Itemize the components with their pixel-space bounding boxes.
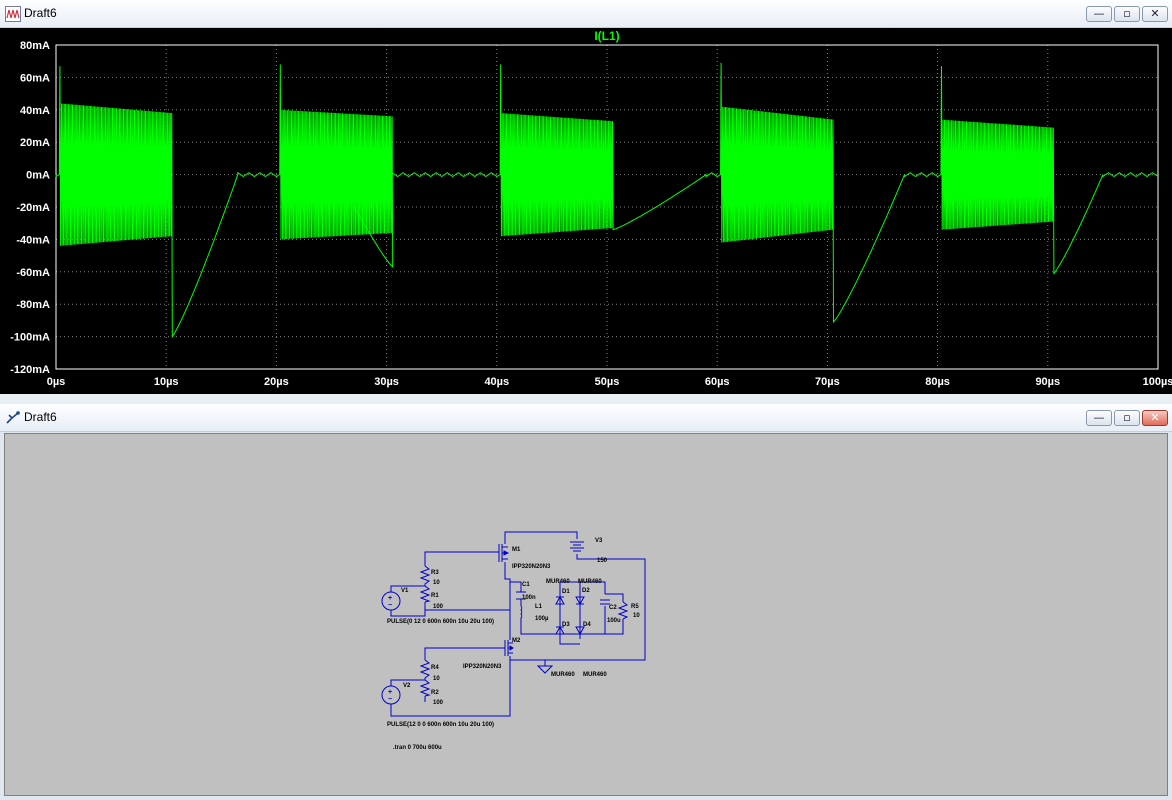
x-tick-label: 40µs bbox=[484, 376, 509, 388]
label-r1: R1 bbox=[431, 593, 439, 599]
plot-window: Draft6 — ▫ ✕ 0µs 10µs 20µs 30µs 40µs 50µs 60µs… bbox=[0, 0, 1172, 394]
label-d4-model: MUR460 bbox=[583, 672, 607, 678]
label-d3-model: MUR460 bbox=[551, 672, 575, 678]
label-v2-source: PULSE(12 0 0 600n 600n 10u 20u 100) bbox=[387, 722, 494, 728]
close-button[interactable]: ✕ bbox=[1142, 410, 1168, 426]
label-m1: M1 bbox=[512, 547, 521, 553]
capacitor-c2[interactable] bbox=[600, 599, 610, 605]
label-d3: D3 bbox=[562, 622, 570, 628]
mosfet-m1[interactable] bbox=[498, 544, 510, 562]
inductor-l1[interactable] bbox=[520, 605, 523, 620]
x-tick-label: 30µs bbox=[374, 376, 399, 388]
label-m2: M2 bbox=[512, 638, 521, 644]
restore-button[interactable]: ▫ bbox=[1114, 410, 1140, 426]
y-tick-label: -40mA bbox=[16, 234, 50, 246]
label-r4: R4 bbox=[431, 665, 439, 671]
label-m1-model: IPP320N20N3 bbox=[512, 564, 551, 570]
x-tick-label: 0µs bbox=[47, 376, 66, 388]
label-v1-source: PULSE(0 12 0 600n 600n 10u 20u 100) bbox=[387, 619, 494, 625]
schematic-titlebar[interactable]: Draft6 — ▫ ✕ bbox=[0, 404, 1172, 432]
y-tick-label: -60mA bbox=[16, 267, 50, 279]
label-l1: L1 bbox=[535, 604, 543, 610]
ground-symbol bbox=[536, 665, 554, 674]
label-d2-model: MUR460 bbox=[578, 579, 602, 585]
svg-text:−: − bbox=[388, 602, 392, 609]
label-d1-model: MUR460 bbox=[546, 579, 570, 585]
minimize-button[interactable]: — bbox=[1086, 410, 1112, 426]
resistor-r3[interactable] bbox=[419, 565, 431, 586]
label-m2-model: IPP320N20N3 bbox=[463, 664, 502, 670]
svg-text:+: + bbox=[388, 595, 392, 602]
minimize-button[interactable]: — bbox=[1086, 6, 1112, 22]
y-tick-label: 20mA bbox=[20, 137, 50, 149]
label-v2: V2 bbox=[403, 683, 411, 689]
x-tick-label: 70µs bbox=[815, 376, 840, 388]
close-button[interactable]: ✕ bbox=[1142, 6, 1168, 22]
schematic-canvas[interactable]: + − + − M1 IPP320N20N3 M2 IPP320N20N3 V3… bbox=[4, 433, 1168, 796]
schematic-drawing[interactable]: + − + − M1 IPP320N20N3 M2 IPP320N20N3 V3… bbox=[5, 434, 1167, 795]
label-c2-value: 100u bbox=[607, 618, 621, 624]
x-tick-label: 20µs bbox=[264, 376, 289, 388]
y-tick-label: 60mA bbox=[20, 72, 50, 84]
schematic-window: Draft6 — ▫ ✕ + − + − M1 IPP320N20N3 M2 I… bbox=[0, 404, 1172, 800]
resistor-r5[interactable] bbox=[617, 601, 629, 620]
label-r3: R3 bbox=[431, 570, 439, 576]
waveform-plot[interactable]: 0µs 10µs 20µs 30µs 40µs 50µs 60µs 70µs 80µs 90µs 1… bbox=[0, 28, 1172, 394]
resistor-r1[interactable] bbox=[419, 585, 431, 603]
label-c1: C1 bbox=[522, 582, 530, 588]
x-tick-label: 60µs bbox=[705, 376, 730, 388]
x-tick-label: 10µs bbox=[154, 376, 179, 388]
y-tick-label: 40mA bbox=[20, 105, 50, 117]
label-c2: C2 bbox=[609, 605, 617, 611]
voltage-source-v3[interactable] bbox=[570, 541, 584, 552]
y-tick-label: -20mA bbox=[16, 202, 50, 214]
resistor-r2[interactable] bbox=[419, 679, 431, 697]
y-tick-label: 0mA bbox=[26, 170, 50, 182]
plot-window-title: Draft6 bbox=[24, 6, 57, 20]
svg-text:+: + bbox=[388, 689, 392, 696]
label-r2-value: 100 bbox=[433, 700, 444, 706]
label-d4: D4 bbox=[583, 622, 591, 628]
label-r3-value: 10 bbox=[433, 580, 440, 586]
x-tick-label: 100µs bbox=[1143, 376, 1172, 388]
label-c1-value: 100n bbox=[522, 595, 536, 601]
svg-text:−: − bbox=[388, 696, 392, 703]
voltage-source-v1[interactable]: + − bbox=[381, 591, 401, 611]
y-tick-label: -100mA bbox=[10, 332, 50, 344]
label-r5-value: 10 bbox=[633, 613, 640, 619]
y-tick-label: -80mA bbox=[16, 299, 50, 311]
label-v1: V1 bbox=[401, 588, 409, 594]
resistor-r4[interactable] bbox=[419, 659, 431, 680]
schematic-window-title: Draft6 bbox=[24, 410, 57, 424]
y-tick-label: -120mA bbox=[10, 364, 50, 376]
spice-directive-tran[interactable]: .tran 0 700u 600u bbox=[393, 745, 442, 751]
label-r4-value: 10 bbox=[433, 676, 440, 682]
label-d1: D1 bbox=[562, 589, 570, 595]
schematic-icon bbox=[6, 411, 20, 424]
restore-button[interactable]: ▫ bbox=[1114, 6, 1140, 22]
label-r5: R5 bbox=[631, 604, 639, 610]
trace-label[interactable]: I(L1) bbox=[594, 29, 619, 43]
label-v3-value: 150 bbox=[597, 558, 608, 564]
label-r1-value: 100 bbox=[433, 604, 444, 610]
label-v3: V3 bbox=[595, 538, 603, 544]
x-tick-label: 80µs bbox=[925, 376, 950, 388]
label-r2: R2 bbox=[431, 690, 439, 696]
y-tick-label: 80mA bbox=[20, 40, 50, 52]
window-divider bbox=[0, 394, 1172, 404]
x-tick-label: 90µs bbox=[1035, 376, 1060, 388]
voltage-source-v2[interactable]: + − bbox=[381, 685, 401, 705]
waveform-icon bbox=[5, 6, 21, 22]
x-tick-label: 50µs bbox=[595, 376, 620, 388]
plot-titlebar[interactable]: Draft6 — ▫ ✕ bbox=[0, 0, 1172, 28]
label-l1-value: 100µ bbox=[535, 616, 549, 622]
label-d2: D2 bbox=[582, 588, 590, 594]
